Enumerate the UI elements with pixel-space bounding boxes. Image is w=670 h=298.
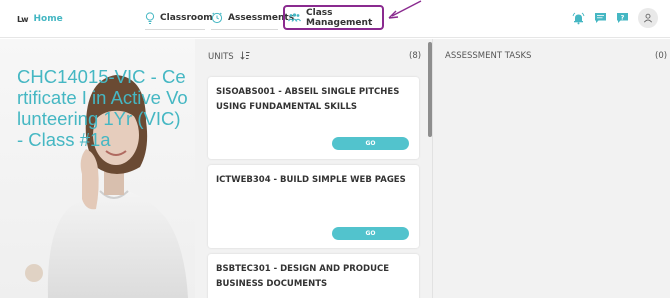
help-icon[interactable]: ?	[616, 12, 629, 25]
course-title: CHC14015-VIC - Certificate I in Active V…	[17, 66, 188, 150]
unit-card-title: SISOABS001 - ABSEIL SINGLE PITCHES USING…	[216, 87, 400, 112]
top-navigation-bar: Lw Home Classroom Assessments Class Mana…	[0, 0, 670, 38]
units-count: (8)	[409, 51, 422, 61]
nav-class-management[interactable]: Class Management	[283, 5, 384, 30]
assessment-tasks-heading: ASSESSMENT TASKS	[445, 51, 532, 61]
nav-assessments[interactable]: Assessments	[211, 6, 294, 30]
go-button[interactable]: GO	[332, 227, 409, 240]
arrow-annotation	[388, 0, 422, 19]
course-hero: CHC14015-VIC - Certificate I in Active V…	[0, 39, 195, 298]
units-heading: UNITS	[208, 52, 234, 62]
header-actions: ?	[572, 8, 658, 28]
user-icon[interactable]	[638, 8, 658, 28]
home-label: Home	[33, 14, 63, 24]
unit-card[interactable]: ICTWEB304 - BUILD SIMPLE WEB PAGES GO	[208, 165, 419, 248]
nav-classroom-underline	[145, 29, 205, 30]
clock-icon	[211, 12, 223, 24]
nav-classroom-label: Classroom	[160, 13, 213, 23]
unit-card[interactable]: SISOABS001 - ABSEIL SINGLE PITCHES USING…	[208, 77, 419, 159]
sort-icon[interactable]	[240, 51, 250, 63]
nav-assessments-underline	[211, 29, 278, 30]
chat-icon[interactable]	[594, 12, 607, 25]
bell-icon[interactable]	[572, 12, 585, 25]
svg-text:?: ?	[621, 13, 625, 21]
group-icon	[288, 12, 301, 23]
go-button[interactable]: GO	[332, 137, 409, 150]
units-panel: UNITS (8) SISOABS001 - ABSEIL SINGLE PIT…	[195, 39, 432, 298]
nav-class-management-label: Class Management	[306, 7, 373, 28]
nav-classroom[interactable]: Classroom	[145, 6, 213, 30]
unit-card-title: BSBTEC301 - DESIGN AND PRODUCE BUSINESS …	[216, 264, 390, 289]
brand-logo: Lw	[17, 14, 28, 24]
lightbulb-icon	[145, 11, 155, 25]
unit-card-title: ICTWEB304 - BUILD SIMPLE WEB PAGES	[216, 175, 406, 185]
units-header: UNITS	[208, 51, 250, 63]
assessment-tasks-count: (0)	[655, 51, 668, 61]
home-link[interactable]: Lw Home	[17, 11, 63, 27]
unit-card[interactable]: BSBTEC301 - DESIGN AND PRODUCE BUSINESS …	[208, 254, 419, 298]
assessment-tasks-panel: ASSESSMENT TASKS (0)	[432, 39, 670, 298]
